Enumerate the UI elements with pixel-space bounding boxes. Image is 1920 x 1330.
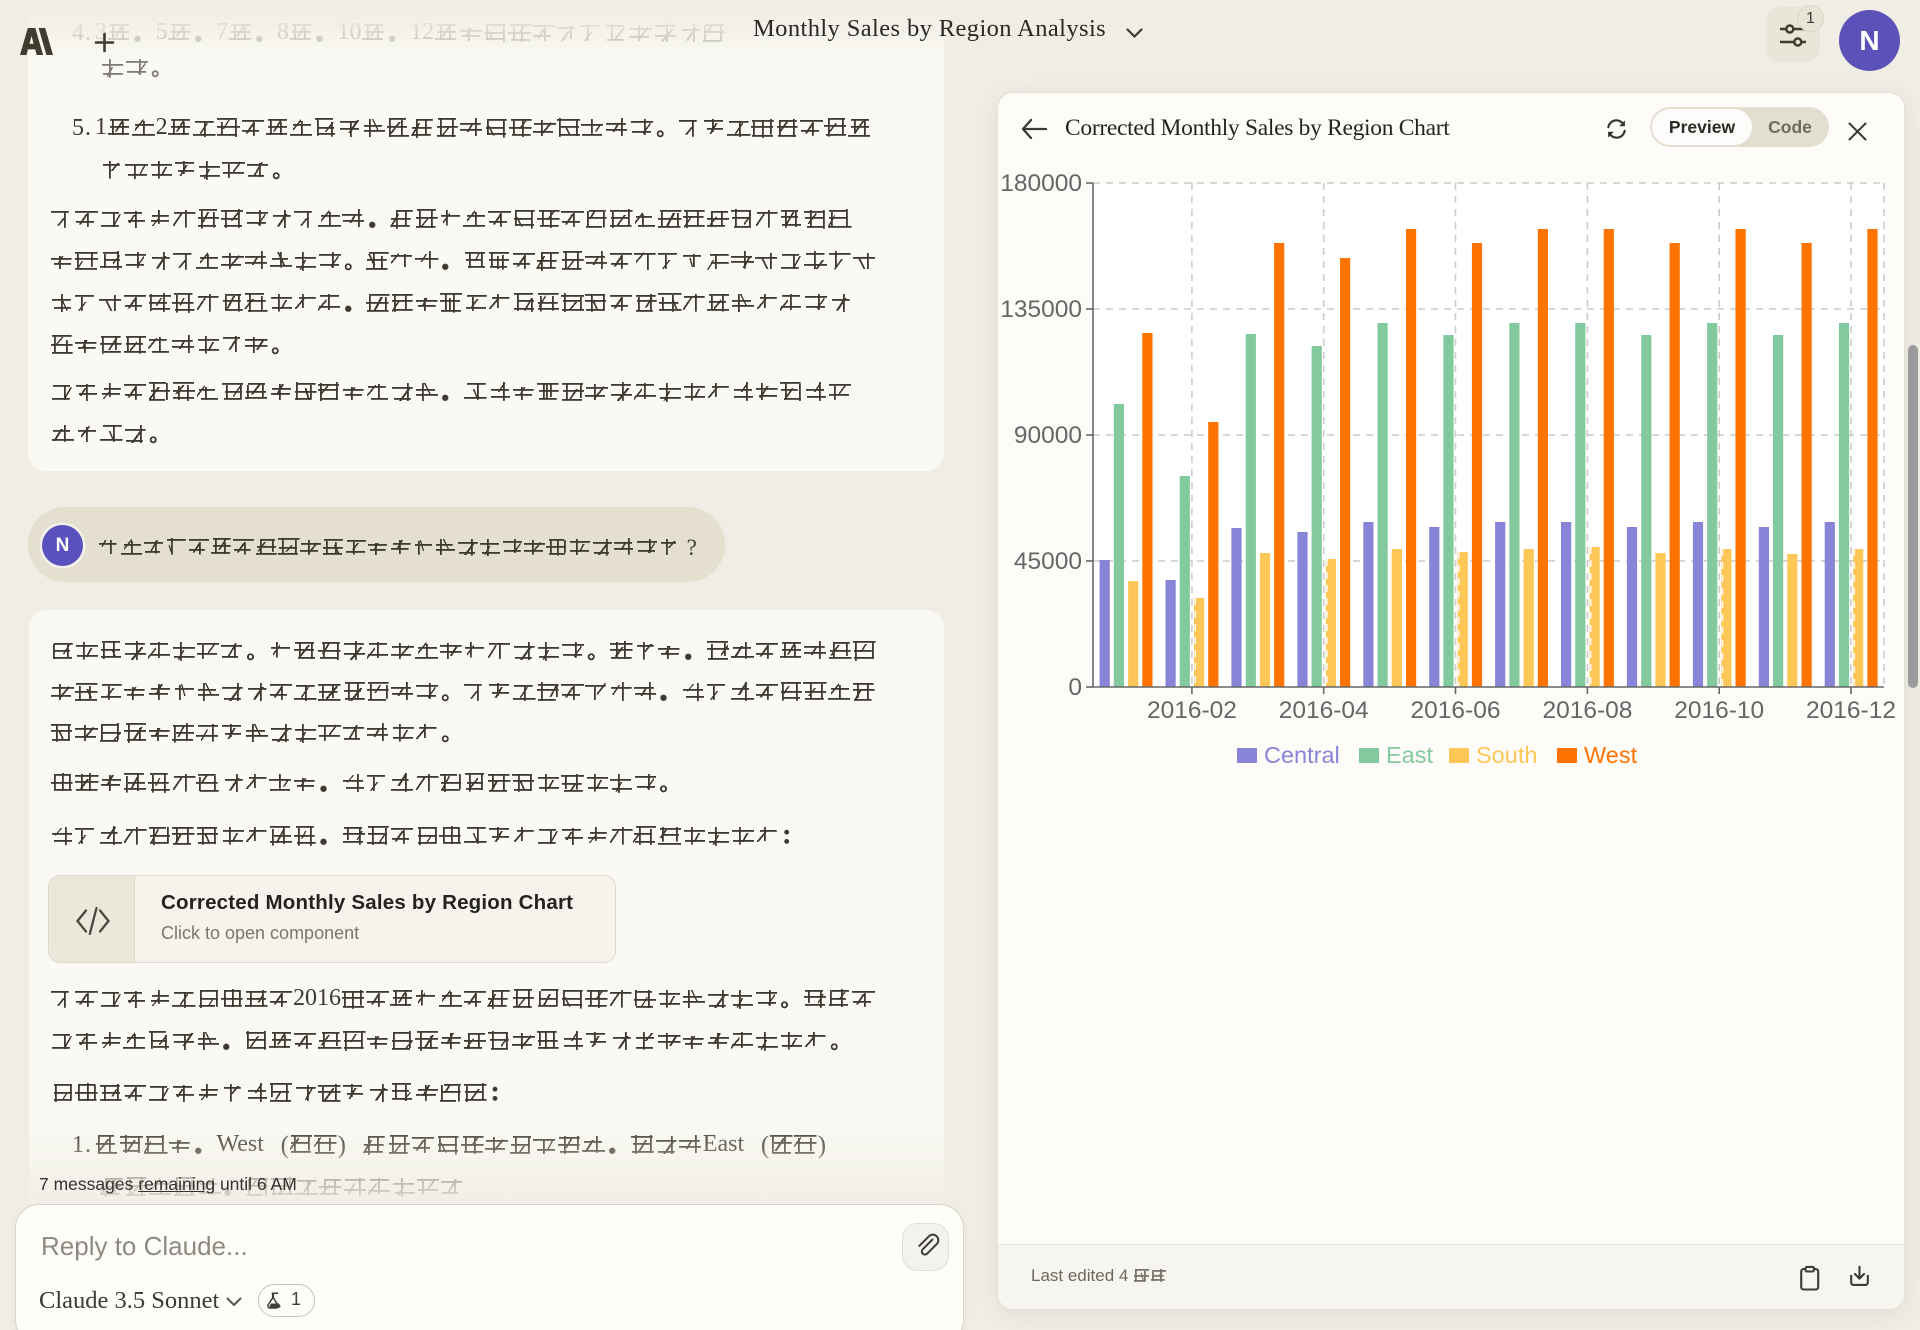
svg-text:2016-02: 2016-02	[1147, 697, 1237, 724]
svg-text:2016-10: 2016-10	[1674, 697, 1764, 724]
svg-text:2016-08: 2016-08	[1542, 697, 1632, 724]
svg-text:East: East	[1386, 742, 1433, 768]
svg-text:0: 0	[1068, 674, 1082, 701]
svg-text:90000: 90000	[1014, 422, 1082, 449]
svg-text:180000: 180000	[1000, 170, 1082, 197]
svg-text:45000: 45000	[1014, 548, 1082, 575]
svg-text:2016-12: 2016-12	[1806, 697, 1896, 724]
svg-text:West: West	[1584, 742, 1638, 768]
svg-text:2016-04: 2016-04	[1279, 697, 1369, 724]
svg-text:South: South	[1476, 742, 1537, 768]
svg-text:135000: 135000	[1000, 296, 1082, 323]
svg-text:2016-06: 2016-06	[1411, 697, 1501, 724]
svg-text:Central: Central	[1264, 742, 1340, 768]
